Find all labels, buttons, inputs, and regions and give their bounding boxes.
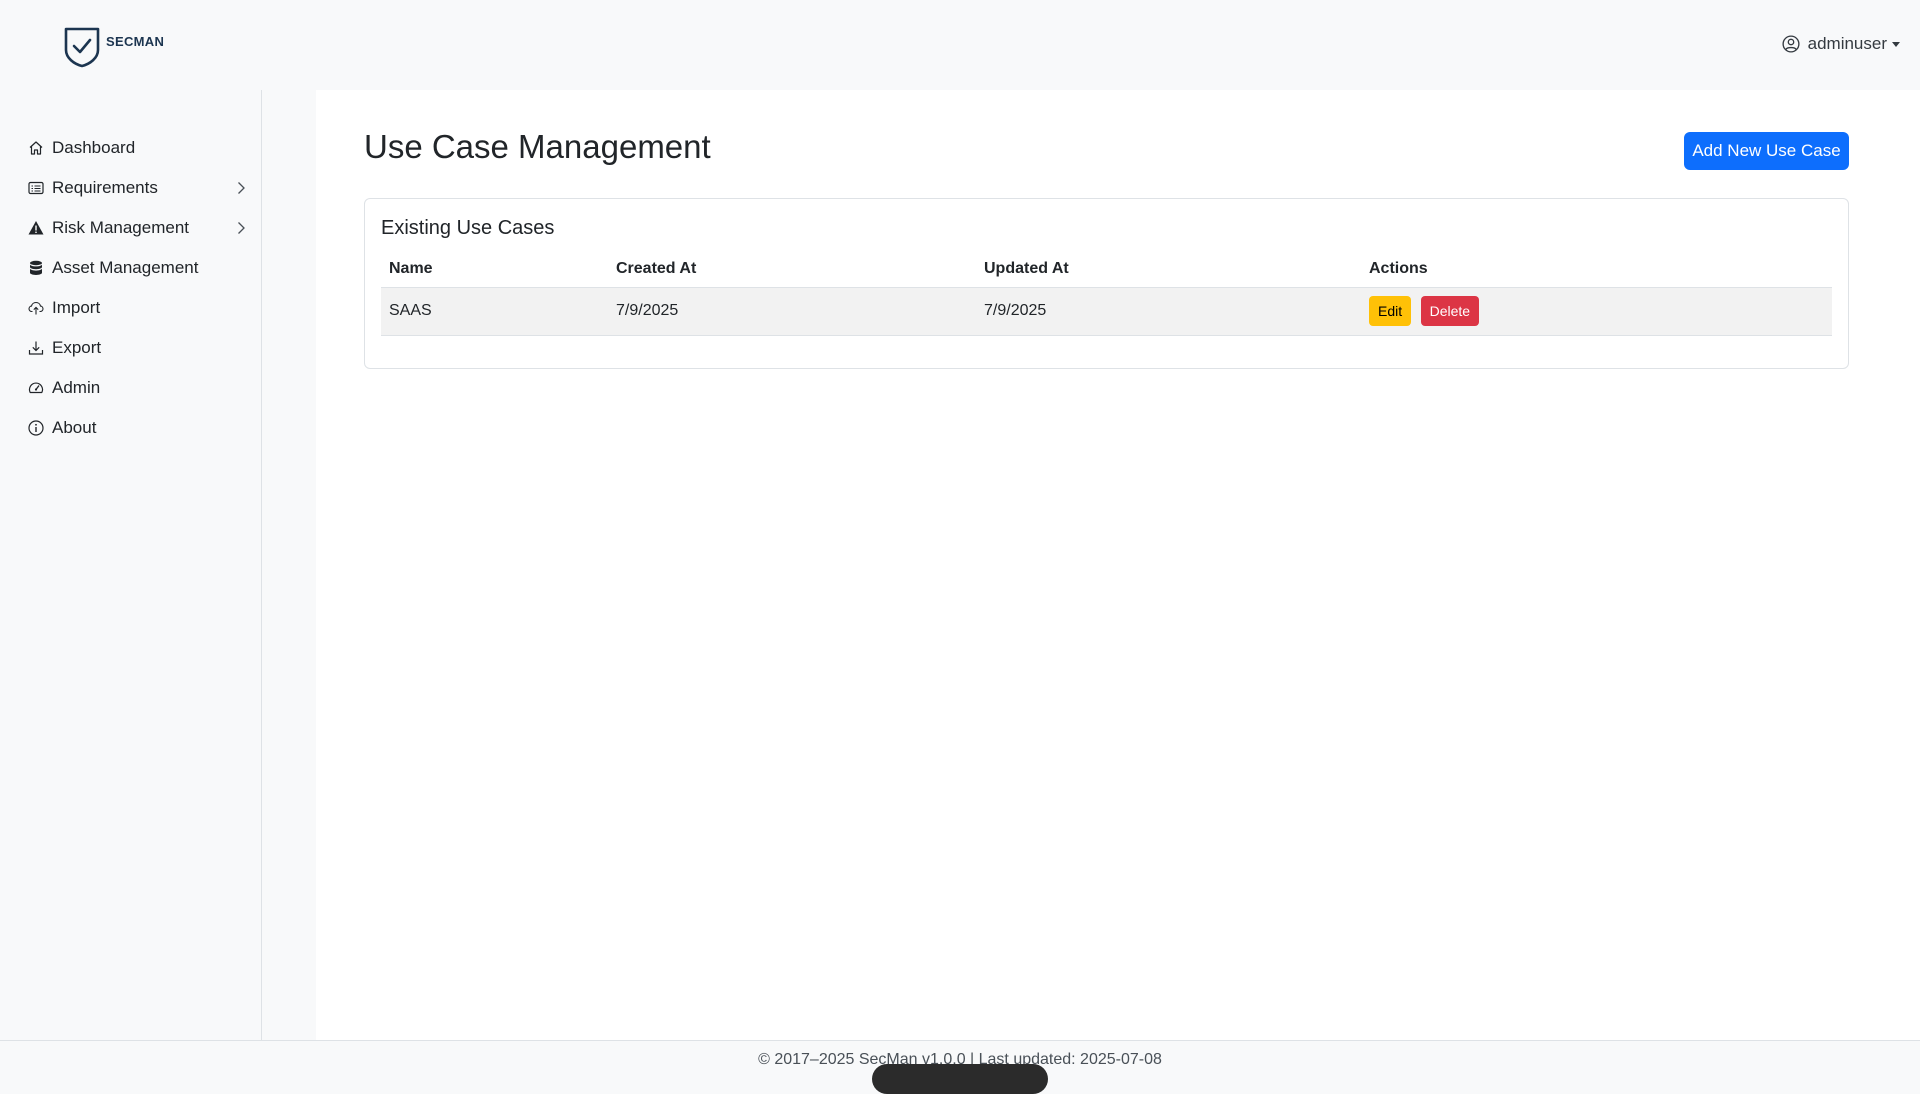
speedometer-icon [28,382,44,394]
sidebar-item-risk-management[interactable]: Risk Management [28,212,248,244]
sidebar-item-requirements[interactable]: Requirements [28,172,248,204]
cell-name: SAAS [381,287,608,336]
column-header-actions: Actions [1361,251,1832,288]
top-navbar: SECMAN adminuser [0,0,1920,90]
chevron-right-icon [238,222,245,234]
chevron-right-icon [238,182,245,194]
caret-down-icon [1892,42,1900,47]
database-icon [30,260,42,275]
sidebar-item-export[interactable]: Export [28,332,248,364]
sidebar-item-label: Admin [52,378,101,397]
username: adminuser [1807,34,1887,53]
use-cases-card: Existing Use Cases Name Created At Updat… [364,198,1849,369]
sidebar-item-label: Export [52,338,102,357]
cloud-upload-icon [28,301,44,315]
table-row: SAAS 7/9/2025 7/9/2025 Edit Delete [381,287,1832,336]
page-title: Use Case Management [364,128,711,165]
sidebar-item-label: Requirements [52,178,158,197]
list-card-icon [28,181,44,195]
sidebar-item-label: About [52,418,97,437]
brand-name: SECMAN [106,33,165,49]
sidebar-item-admin[interactable]: Admin [28,372,248,404]
sidebar: Dashboard Requirements Risk Management A… [0,90,262,1040]
person-circle-icon [1782,35,1800,53]
sidebar-item-label: Risk Management [52,218,190,237]
sidebar-item-dashboard[interactable]: Dashboard [28,132,248,164]
warning-icon [28,221,44,235]
sidebar-item-label: Import [52,298,101,317]
delete-button[interactable]: Delete [1420,296,1480,326]
brand-logo[interactable]: SECMAN [62,26,164,68]
add-use-case-button[interactable]: Add New Use Case [1684,132,1849,170]
column-header-created-at: Created At [608,251,976,288]
use-cases-table: Name Created At Updated At Actions SAAS … [381,251,1832,336]
cell-created-at: 7/9/2025 [608,287,976,336]
cell-updated-at: 7/9/2025 [976,287,1361,336]
home-icon [29,141,43,155]
column-header-name: Name [381,251,608,288]
main-content: Use Case Management Add New Use Case Exi… [316,90,1920,1040]
info-icon [28,420,44,436]
edit-button[interactable]: Edit [1369,296,1412,326]
sidebar-item-label: Dashboard [52,138,136,157]
sidebar-item-label: Asset Management [52,258,199,277]
shield-check-icon [64,27,100,68]
user-menu-dropdown[interactable]: adminuser [1782,34,1900,54]
cell-actions: Edit Delete [1361,287,1832,336]
sidebar-item-asset-management[interactable]: Asset Management [28,252,248,284]
floating-toolbar[interactable] [872,1064,1048,1094]
card-title: Existing Use Cases [381,217,555,239]
column-header-updated-at: Updated At [976,251,1361,288]
table-header-row: Name Created At Updated At Actions [381,251,1832,288]
sidebar-item-import[interactable]: Import [28,292,248,324]
sidebar-item-about[interactable]: About [28,412,248,444]
download-icon [28,341,44,355]
